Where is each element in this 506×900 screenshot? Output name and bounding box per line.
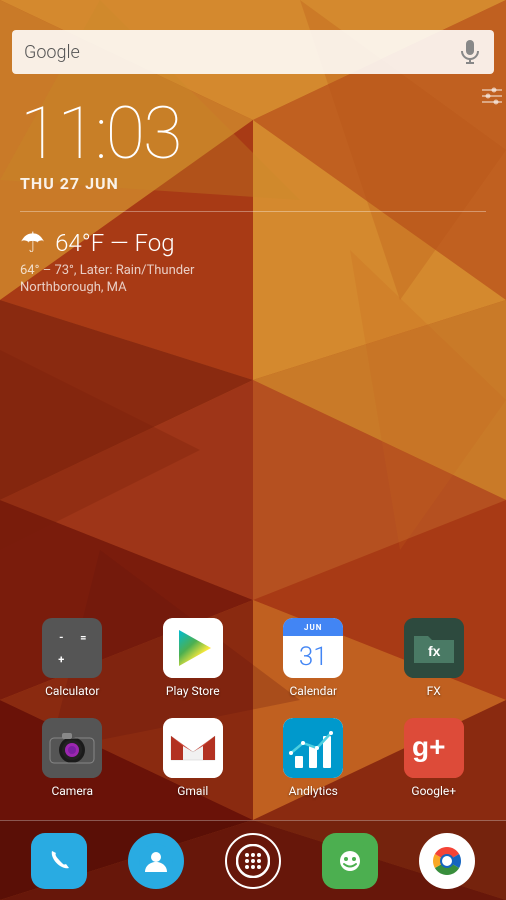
weather-range: 64° – 73°, Later: Rain/Thunder <box>20 263 486 278</box>
calculator-icon: - = + <box>42 618 102 678</box>
svg-text:fx: fx <box>428 643 441 659</box>
weather-main: ☂ 64°F — Fog <box>20 226 486 259</box>
play-store-icon <box>163 618 223 678</box>
google-logo: Google <box>24 42 458 63</box>
google-search-bar[interactable]: Google <box>12 30 494 74</box>
calendar-icon: JUN 31 <box>283 618 343 678</box>
dock-chrome[interactable] <box>419 833 475 889</box>
dock <box>0 820 506 900</box>
app-analytics[interactable]: Andlytics <box>258 708 368 808</box>
dock-contacts[interactable] <box>128 833 184 889</box>
clock-month: JUN <box>85 174 119 193</box>
weather-temp: 64°F — Fog <box>55 229 174 257</box>
app-play-store-label: Play Store <box>166 684 220 698</box>
dock-messaging[interactable] <box>322 833 378 889</box>
app-calculator-label: Calculator <box>45 684 99 698</box>
app-camera-label: Camera <box>51 784 93 798</box>
weather-widget: ☂ 64°F — Fog 64° – 73°, Later: Rain/Thun… <box>20 211 486 295</box>
app-play-store[interactable]: Play Store <box>138 608 248 708</box>
app-calendar-label: Calendar <box>289 684 337 698</box>
app-analytics-label: Andlytics <box>289 784 338 798</box>
clock-time: 11:03 <box>20 98 486 170</box>
app-google-plus-label: Google+ <box>411 784 456 798</box>
google-plus-icon: g+ <box>404 718 464 778</box>
svg-text:g+: g+ <box>412 731 445 762</box>
clock-day: THU <box>20 174 55 193</box>
app-fx[interactable]: fx FX <box>379 608 489 708</box>
app-camera[interactable]: Camera <box>17 708 127 808</box>
camera-icon <box>42 718 102 778</box>
app-calendar[interactable]: JUN 31 Calendar <box>258 608 368 708</box>
app-fx-label: FX <box>427 684 441 698</box>
umbrella-icon: ☂ <box>20 226 45 259</box>
app-gmail-label: Gmail <box>177 784 208 798</box>
mic-icon[interactable] <box>458 40 482 64</box>
settings-sliders-icon[interactable] <box>478 82 506 114</box>
dock-apps-drawer[interactable] <box>225 833 281 889</box>
dock-phone[interactable] <box>31 833 87 889</box>
app-gmail[interactable]: Gmail <box>138 708 248 808</box>
app-grid: - = + Calculator <box>0 608 506 808</box>
weather-location: Northborough, MA <box>20 280 486 295</box>
gmail-icon <box>163 718 223 778</box>
clock-date-num: 27 <box>60 174 80 193</box>
clock-date: THU 27 JUN <box>20 174 486 193</box>
status-bar <box>0 0 506 24</box>
analytics-icon <box>283 718 343 778</box>
fx-icon: fx <box>404 618 464 678</box>
app-calculator[interactable]: - = + Calculator <box>17 608 127 708</box>
clock-widget: 11:03 THU 27 JUN <box>0 74 506 193</box>
app-google-plus[interactable]: g+ Google+ <box>379 708 489 808</box>
